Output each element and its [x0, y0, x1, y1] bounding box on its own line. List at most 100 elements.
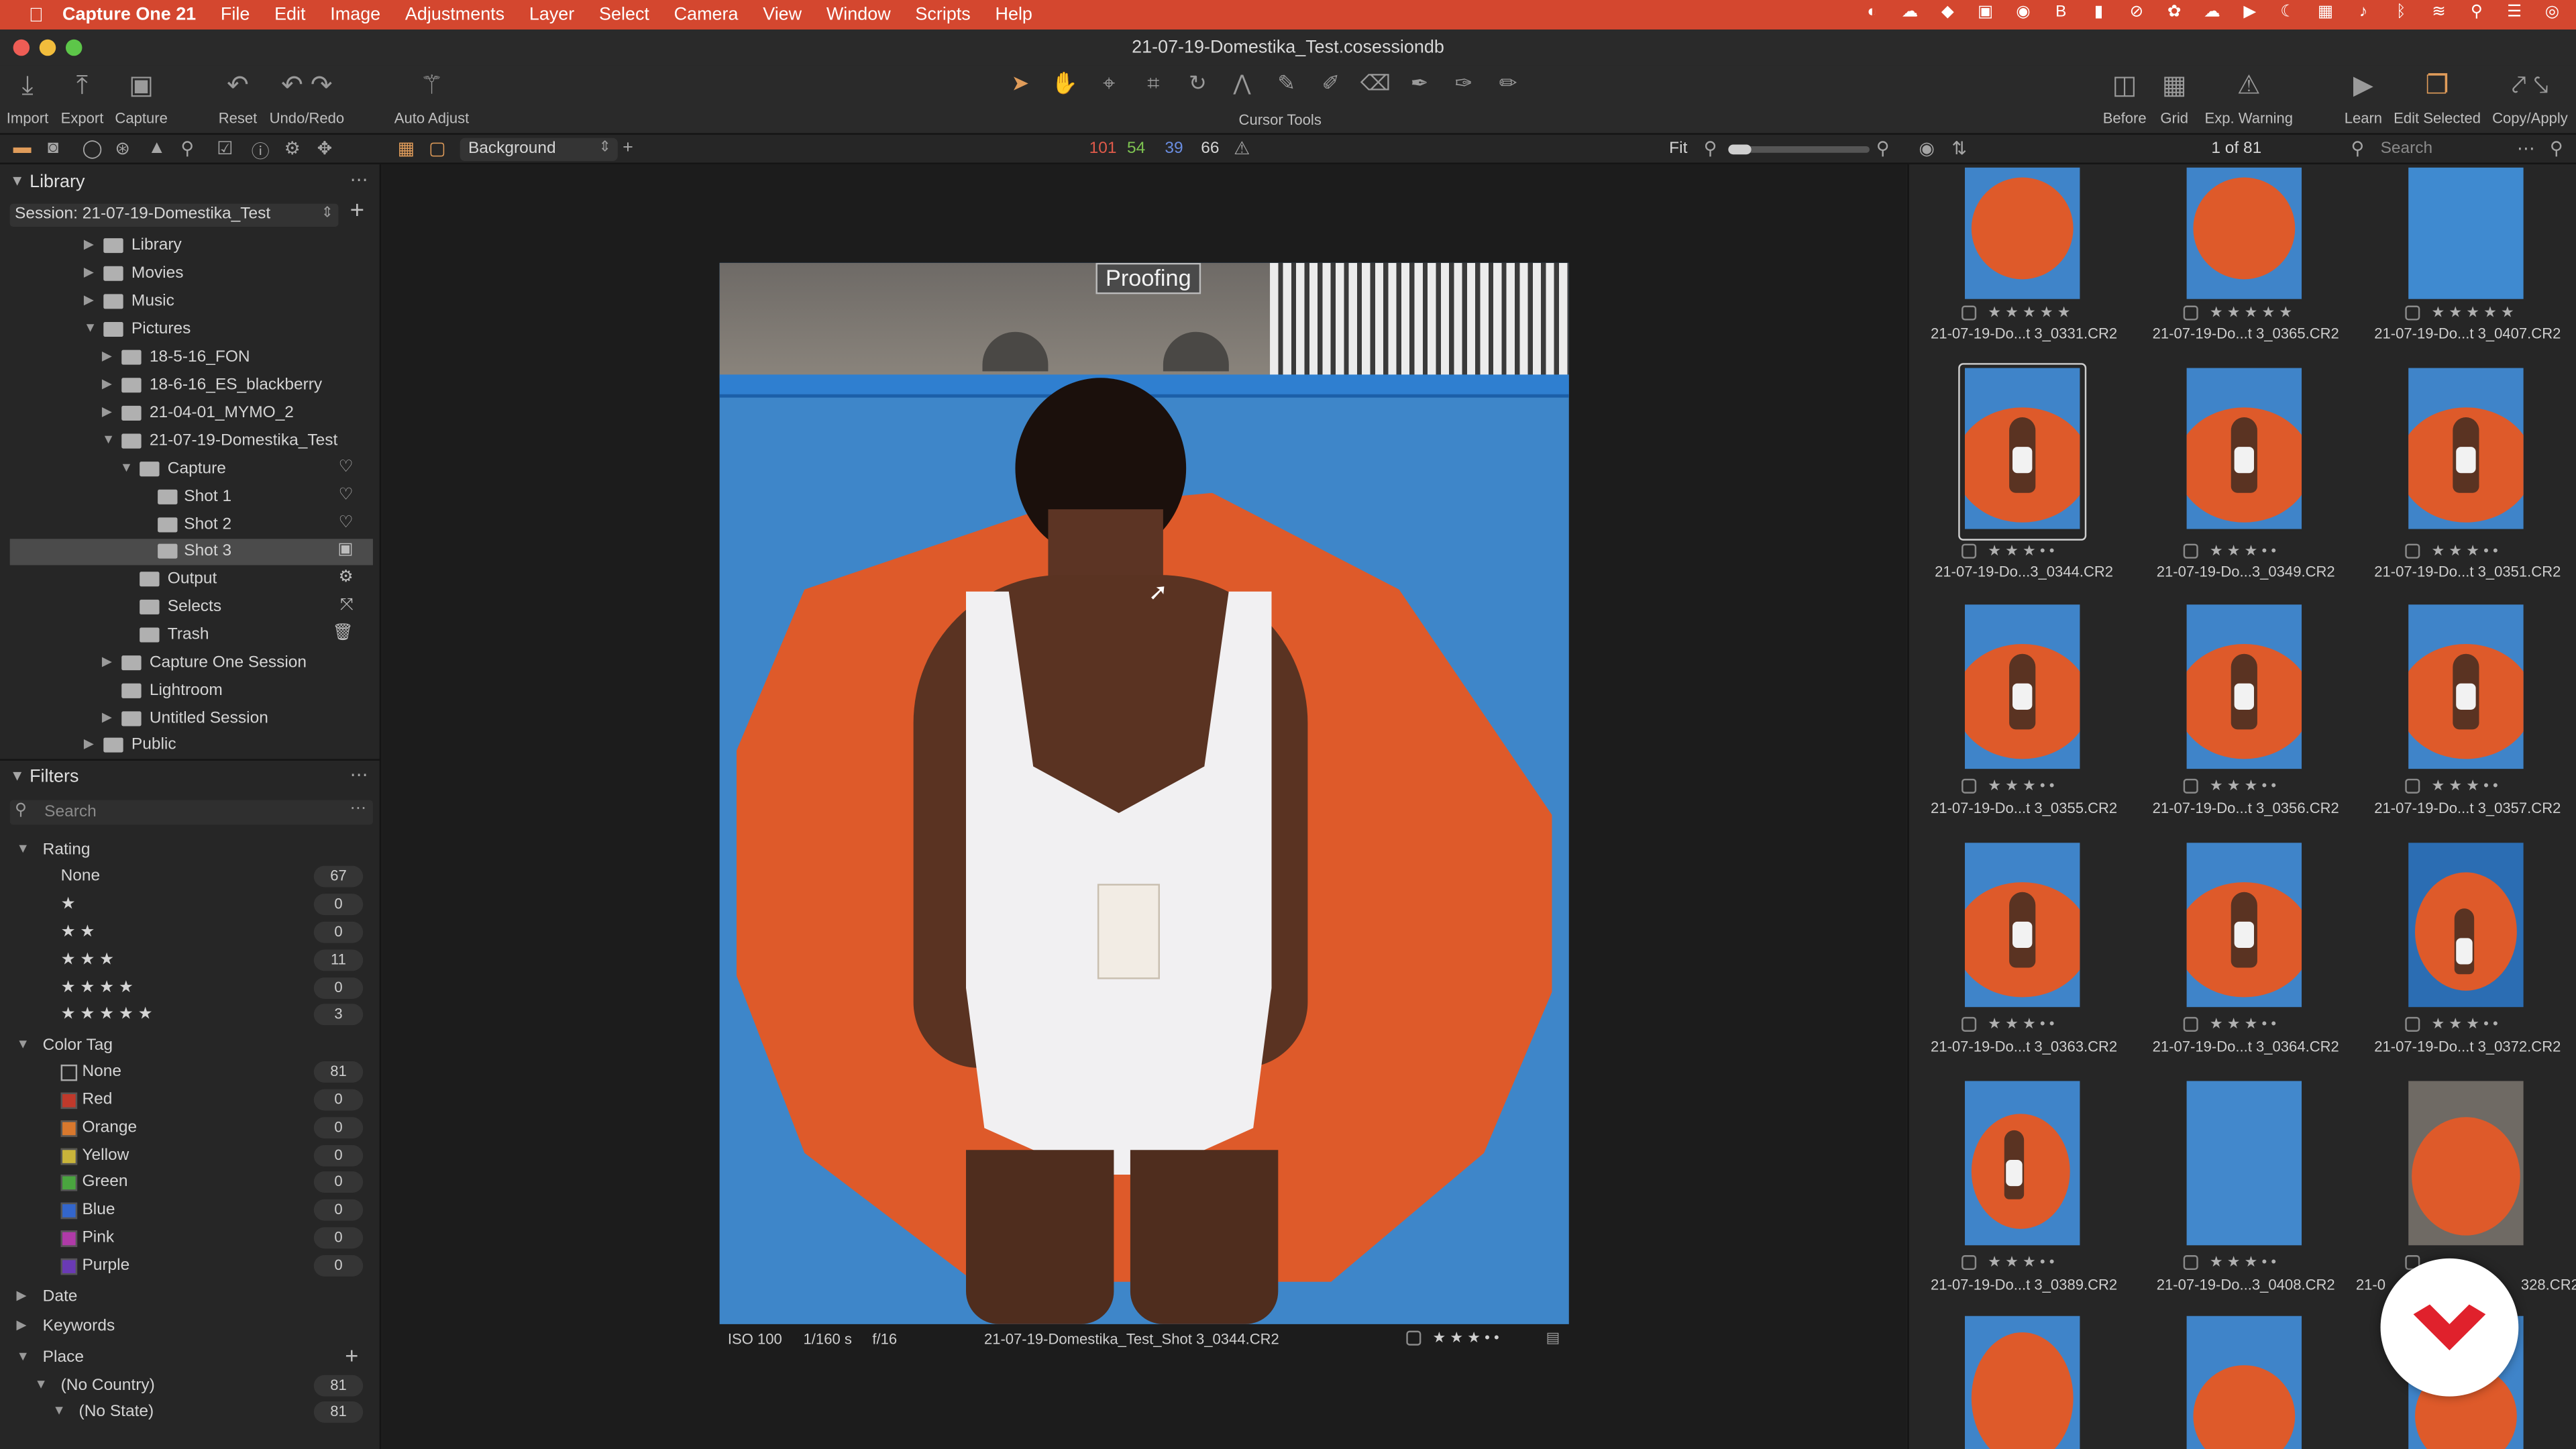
add-layer-icon[interactable]: + — [623, 138, 633, 158]
thumbnail[interactable] — [1913, 1316, 2136, 1449]
color-tag-row[interactable]: Green 0 — [10, 1170, 373, 1196]
eye-icon[interactable]: ◉ — [1919, 138, 1935, 159]
tree-item-output[interactable]: Output ⚙ — [10, 567, 373, 593]
thumbnail-selected[interactable]: ★ ★ ★ • • 21-07-19-Do...3_0344.CR2 — [1913, 363, 2136, 598]
session-select[interactable]: Session: 21-07-19-Domestika_Test ⇕ — [9, 203, 339, 227]
dropbox-icon[interactable]: ◆ — [1937, 3, 1958, 21]
lens-tab-icon[interactable]: ◯ — [82, 138, 102, 159]
tree-item-domestika-test[interactable]: ▼ 21-07-19-Domestika_Test — [10, 429, 373, 455]
trash-icon[interactable]: 🗑 — [332, 625, 353, 643]
thumbnail-checkbox[interactable] — [2183, 1016, 2198, 1032]
color-tag-row[interactable]: Orange 0 — [10, 1116, 373, 1142]
thumbnail-rating[interactable]: ★ ★ ★ • • — [1988, 1254, 2054, 1272]
rating-filter-row[interactable]: ★ ★ ★ ★ ★ 3 — [10, 1002, 373, 1028]
wb-cursor-icon[interactable]: ✑ — [1449, 70, 1479, 97]
thumbnail[interactable]: ★ ★ ★ • • 21-07-19-Do...t 3_0363.CR2 — [1913, 843, 2136, 1073]
menu-window[interactable]: Window — [826, 5, 891, 24]
menu-help[interactable]: Help — [996, 5, 1032, 24]
zoom-in-icon[interactable]: ⚲ — [1876, 138, 1890, 159]
info-tab-icon[interactable]: ⓘ — [252, 138, 270, 164]
spot-cursor-icon[interactable]: ✎ — [1272, 70, 1301, 97]
tree-item-pictures[interactable]: ▼ Pictures — [10, 317, 373, 343]
library-tab-icon[interactable]: ▬ — [13, 138, 32, 158]
thumbnail-checkbox[interactable] — [2405, 1016, 2420, 1032]
menu-edit[interactable]: Edit — [274, 5, 305, 24]
tree-item-untitled-session[interactable]: ▶ Untitled Session — [10, 706, 373, 733]
add-album-icon[interactable]: + — [350, 197, 364, 225]
zoom-out-icon[interactable]: ⚲ — [1704, 138, 1717, 159]
settings-tab-icon[interactable]: ⚙ — [284, 138, 301, 159]
exp-warning-button[interactable]: ⚠ Exp. Warning — [2205, 70, 2294, 127]
rating-filter-row[interactable]: None 67 — [10, 864, 373, 890]
metadata-tab-icon[interactable]: ☑ — [217, 138, 233, 159]
reset-button[interactable]: ↶ Reset — [219, 70, 258, 127]
status-icon-5[interactable]: B — [2050, 3, 2072, 21]
thumbnail[interactable]: ★ ★ ★ • • 21-07-19-Do...t 3_0389.CR2 — [1913, 1081, 2136, 1311]
moon-icon[interactable]: ☾ — [2277, 3, 2298, 21]
status-icon-7[interactable]: ⊘ — [2126, 3, 2147, 21]
thumbnail-rating[interactable]: ★ ★ ★ • • — [1988, 542, 2054, 560]
auto-adjust-button[interactable]: ⚚ Auto Adjust — [394, 70, 470, 127]
status-icon-2[interactable]: ☁ — [1899, 3, 1921, 21]
thumbnail-rating[interactable]: ★ ★ ★ • • — [1988, 1015, 2054, 1033]
menu-app[interactable]: Capture One 21 — [62, 5, 196, 24]
thumbnail-rating[interactable]: ★ ★ ★ ★ ★ — [2431, 304, 2514, 322]
tree-item-public[interactable]: ▶ Public — [10, 733, 373, 759]
thumbnail[interactable]: ★ ★ ★ • • 21-07-19-Do...t 3_0355.CR2 — [1913, 604, 2136, 835]
sort-icon[interactable]: ⇅ — [1951, 138, 1967, 159]
add-place-icon[interactable]: + — [345, 1342, 358, 1368]
tree-item-shot-2[interactable]: Shot 2 ♡ — [10, 513, 373, 539]
batch-tab-icon[interactable]: ✥ — [317, 138, 333, 159]
rating-group-header[interactable]: ▼ Rating — [10, 838, 373, 864]
color-tag-row[interactable]: Pink 0 — [10, 1226, 373, 1252]
learn-button[interactable]: ▶ Learn — [2345, 70, 2382, 127]
thumbnail-checkbox[interactable] — [1962, 778, 1977, 794]
rating-filter-row[interactable]: ★ ★ ★ ★ 0 — [10, 976, 373, 1002]
before-button[interactable]: ◫ Before — [2103, 70, 2147, 127]
pan-cursor-icon[interactable]: ✋ — [1050, 70, 1079, 97]
color-tag-row[interactable]: Yellow 0 — [10, 1143, 373, 1169]
thumbnail-checkbox[interactable] — [2183, 1255, 2198, 1271]
thumbnail-rating[interactable]: ★ ★ ★ • • — [2210, 777, 2276, 795]
thumbnail-rating[interactable]: ★ ★ ★ • • — [2431, 542, 2498, 560]
thumbnail-rating[interactable]: ★ ★ ★ • • — [2210, 542, 2276, 560]
place-group-header[interactable]: ▼ Place + — [10, 1342, 373, 1372]
thumbnail-rating[interactable]: ★ ★ ★ ★ ★ — [2210, 304, 2292, 322]
flag-icon[interactable]: ▦ — [2315, 3, 2337, 21]
thumbnail[interactable]: ★ ★ ★ • • 21-07-19-Do...t 3_0357.CR2 — [2356, 604, 2576, 835]
menu-file[interactable]: File — [221, 5, 250, 24]
status-icon-4[interactable]: ◉ — [2012, 3, 2034, 21]
color-tag-row[interactable]: Purple 0 — [10, 1254, 373, 1280]
thumbnail-rating[interactable]: ★ ★ ★ • • — [2210, 1015, 2276, 1033]
menu-select[interactable]: Select — [599, 5, 649, 24]
tree-item-movies[interactable]: ▶ Movies — [10, 261, 373, 287]
color-tag-row[interactable]: Blue 0 — [10, 1197, 373, 1224]
menu-image[interactable]: Image — [330, 5, 380, 24]
import-button[interactable]: ⤓ Import — [7, 70, 48, 127]
library-section-header[interactable]: ▼ Library ⋯ — [0, 169, 381, 199]
tree-item-capture[interactable]: ▼ Capture ♡ — [10, 457, 373, 483]
rotate-cursor-icon[interactable]: ↻ — [1183, 70, 1212, 97]
thumbnail[interactable]: ★ ★ ★ • • 21-07-19-Do...t 3_0351.CR2 — [2356, 368, 2576, 598]
brush-cursor-icon[interactable]: ✐ — [1316, 70, 1346, 97]
apple-icon[interactable]:  — [23, 3, 49, 26]
rating-filter-row[interactable]: ★ ★ ★ 11 — [10, 948, 373, 974]
tree-item-library[interactable]: ▶ Library — [10, 233, 373, 260]
thumbnail[interactable]: ★ ★ ★ • • 21-07-19-Do...t 3_0364.CR2 — [2134, 843, 2357, 1073]
thumbnail[interactable]: ★ ★ ★ • • 21-07-19-Do...t 3_0372.CR2 — [2356, 843, 2576, 1073]
thumbnail-checkbox[interactable] — [2405, 543, 2420, 559]
thumbnail-checkbox[interactable] — [1962, 305, 1977, 321]
selects-icon[interactable]: ⤧ — [340, 596, 354, 614]
play-icon[interactable]: ▶ — [2239, 3, 2261, 21]
thumbnail[interactable]: ★ ★ ★ • • 21-07-19-Do...3_0408.CR2 — [2134, 1081, 2357, 1311]
grid-button[interactable]: ▦ Grid — [2160, 70, 2188, 127]
keywords-group-header[interactable]: ▶ Keywords — [10, 1314, 373, 1340]
zoom-slider[interactable] — [1728, 144, 1870, 155]
multi-view-icon[interactable]: ▦ — [398, 138, 415, 159]
browser-search-input[interactable]: Search — [2381, 140, 2433, 158]
eraser-cursor-icon[interactable]: ⌫ — [1360, 70, 1391, 97]
thumbnail-checkbox[interactable] — [2183, 543, 2198, 559]
rating-filter-row[interactable]: ★ ★ 0 — [10, 920, 373, 946]
volume-icon[interactable]: ♪ — [2353, 3, 2374, 21]
rating-filter-row[interactable]: ★ 0 — [10, 892, 373, 918]
